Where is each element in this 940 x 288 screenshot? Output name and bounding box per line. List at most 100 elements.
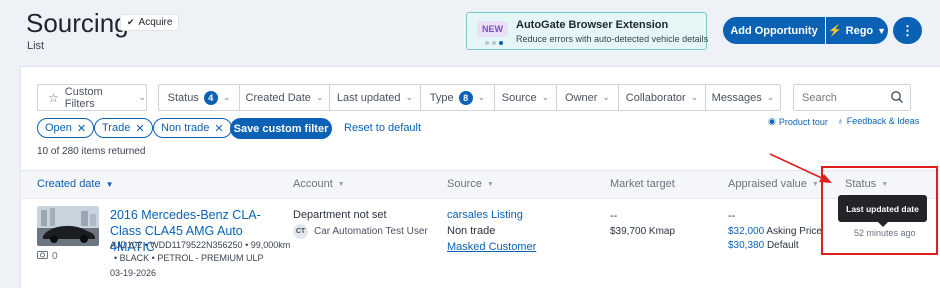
source-customer-link[interactable]: Masked Customer	[447, 241, 536, 253]
chip-label: Trade	[102, 122, 131, 134]
sort-icon: ▼	[337, 180, 345, 188]
asking-price: $32,000 Asking Price	[728, 226, 822, 237]
filter-count-badge: 4	[203, 90, 218, 105]
filter-collaborator[interactable]: Collaborator ⌄	[619, 85, 706, 110]
column-label: Source	[447, 178, 482, 190]
filter-label: Last updated	[336, 91, 401, 104]
filter-label: Owner	[565, 91, 598, 104]
column-source[interactable]: Source ▼	[447, 178, 494, 190]
filter-status[interactable]: Status 4 ⌄	[159, 85, 240, 110]
column-label: Created date	[37, 178, 101, 190]
close-icon[interactable]: ✕	[214, 122, 223, 135]
carousel-dots[interactable]	[485, 41, 503, 45]
created-date: 03-19-2026	[110, 268, 157, 278]
feedback-label: Feedback & Ideas	[846, 116, 920, 126]
search-field[interactable]	[793, 84, 911, 111]
account-user: CT Car Automation Test User	[293, 224, 428, 239]
star-icon: ☆	[48, 90, 59, 105]
vehicle-thumbnail[interactable]	[37, 206, 99, 246]
market-target-dash: --	[610, 210, 618, 222]
page-title: Sourcing	[26, 8, 129, 38]
close-icon[interactable]: ✕	[135, 122, 144, 135]
filter-type[interactable]: Type 8 ⌄	[421, 85, 495, 110]
chevron-down-icon: ⌄	[222, 92, 231, 102]
search-input[interactable]	[802, 91, 882, 104]
account-user-name: Car Automation Test User	[314, 226, 428, 237]
rego-button[interactable]: ⚡ Rego ▼	[826, 17, 888, 44]
bolt-icon: ⚡	[827, 25, 842, 37]
column-label: Market target	[610, 178, 675, 190]
check-icon: ✔	[127, 17, 135, 27]
feedback-link[interactable]: ♁ Feedback & Ideas	[837, 116, 919, 126]
filter-label: Messages	[711, 91, 762, 104]
photo-count-value: 0	[52, 250, 58, 262]
chevron-down-icon: ⌄	[315, 92, 324, 102]
column-account[interactable]: Account ▼	[293, 178, 345, 190]
product-tour-link[interactable]: ◉ Product tour	[768, 116, 828, 127]
chip-label: Non trade	[161, 122, 210, 134]
search-icon[interactable]	[890, 90, 904, 104]
chip-trade[interactable]: Trade ✕	[94, 118, 153, 138]
rego-label: Rego	[845, 24, 874, 37]
chip-non-trade[interactable]: Non trade ✕	[153, 118, 232, 138]
filter-source[interactable]: Source ⌄	[495, 85, 557, 110]
chevron-down-icon: ▼	[877, 25, 887, 36]
new-badge: NEW	[477, 21, 508, 37]
save-custom-filter-button[interactable]: Save custom filter	[230, 118, 332, 139]
chevron-down-icon: ⌄	[766, 92, 775, 102]
filter-label: Type	[429, 91, 454, 104]
filter-label: Collaborator	[625, 91, 686, 104]
chevron-down-icon: ⌄	[541, 92, 550, 102]
chip-open[interactable]: Open ✕	[37, 118, 95, 138]
lightbulb-icon: ♁	[837, 116, 844, 126]
chip-label: Open	[45, 122, 72, 134]
filter-owner[interactable]: Owner ⌄	[557, 85, 619, 110]
product-tour-label: Product tour	[778, 116, 828, 127]
extension-banner[interactable]: NEW AutoGate Browser Extension Reduce er…	[466, 12, 709, 50]
custom-filters-label: Custom Filters	[64, 85, 103, 110]
chevron-down-icon: ⌄	[138, 92, 146, 102]
column-created-date[interactable]: Created date ▼	[37, 178, 114, 190]
account-department: Department not set	[293, 209, 387, 221]
annotation-arrow-icon	[769, 153, 832, 183]
asking-price-label: Asking Price	[766, 226, 822, 237]
vehicle-details: AJD102 • WDD1179522N356250 • 99,000km	[110, 240, 291, 250]
column-market-target[interactable]: Market target	[610, 178, 675, 190]
filter-last-updated[interactable]: Last updated ⌄	[330, 85, 421, 110]
chevron-down-icon: ⌄	[602, 92, 610, 102]
photo-count[interactable]: 0	[37, 250, 58, 262]
filter-messages[interactable]: Messages ⌄	[706, 85, 780, 110]
filter-label: Created Date	[245, 91, 311, 104]
sort-icon: ▼	[486, 180, 494, 188]
vehicle-details: • BLACK • PETROL - PREMIUM ULP	[114, 253, 264, 263]
chevron-down-icon: ⌄	[405, 92, 414, 102]
column-label: Account	[293, 178, 333, 190]
avatar: CT	[293, 224, 308, 239]
sort-desc-icon: ▼	[105, 179, 114, 189]
more-options-button[interactable]: ⋮	[893, 17, 922, 44]
extension-title: AutoGate Browser Extension	[516, 19, 669, 31]
filter-label: Source	[501, 91, 537, 104]
globe-icon: ◉	[768, 116, 776, 126]
asking-price-value[interactable]: $32,000	[728, 226, 764, 237]
appraised-dash: --	[728, 210, 736, 222]
camera-icon	[37, 250, 48, 262]
close-icon[interactable]: ✕	[77, 122, 86, 135]
chevron-down-icon: ⌄	[477, 92, 486, 102]
acquire-badge: ✔ Acquire	[120, 14, 180, 31]
filter-count-badge: 8	[458, 90, 473, 105]
custom-filters-dropdown[interactable]: ☆ Custom Filters ⌄	[37, 84, 147, 111]
extension-subtitle: Reduce errors with auto-detected vehicle…	[516, 34, 709, 44]
source-link[interactable]: carsales Listing	[447, 209, 523, 221]
reset-to-default-link[interactable]: Reset to default	[344, 122, 421, 134]
add-opportunity-button[interactable]: Add Opportunity	[723, 17, 825, 44]
default-price-label: Default	[766, 240, 799, 251]
source-type: Non trade	[447, 225, 496, 237]
filter-created-date[interactable]: Created Date ⌄	[240, 85, 330, 110]
default-price-value[interactable]: $30,380	[728, 240, 764, 251]
chevron-down-icon: ⌄	[690, 92, 699, 102]
results-count: 10 of 280 items returned	[37, 146, 146, 157]
default-price: $30,380 Default	[728, 240, 799, 251]
page-subtitle: List	[27, 40, 45, 52]
market-target-value: $39,700 Kmap	[610, 226, 676, 237]
